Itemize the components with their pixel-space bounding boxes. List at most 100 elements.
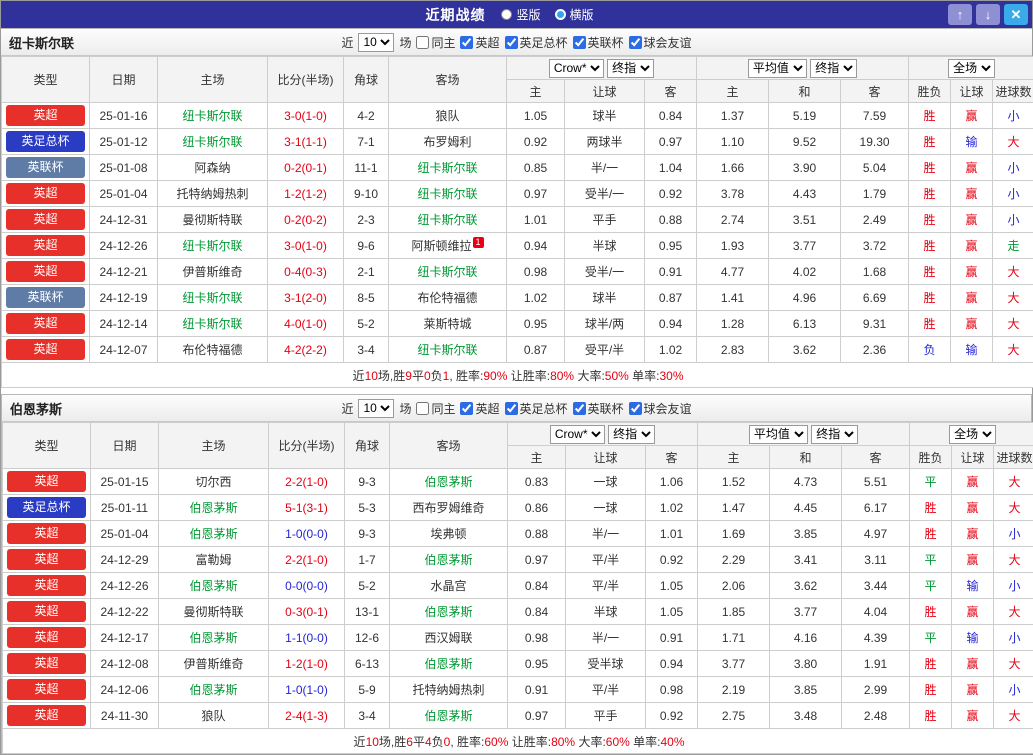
result-handicap-cover: 输 [951, 129, 993, 155]
average-select[interactable]: 平均值 [749, 425, 808, 444]
result-handicap-cover: 赢 [952, 677, 994, 703]
col-header-type: 类型 [3, 423, 91, 469]
average-stage-select[interactable]: 终指 [811, 425, 858, 444]
filter-checkbox[interactable] [416, 36, 429, 49]
match-score: 1-1(0-0) [269, 625, 345, 651]
away-team: 伯恩茅斯 [390, 703, 508, 729]
bookmaker-select[interactable]: Crow* [549, 59, 604, 78]
league-filter[interactable]: 英足总杯 [505, 400, 568, 417]
match-score: 3-1(1-1) [268, 129, 344, 155]
col-header-type: 类型 [2, 57, 90, 103]
sub-header-avg-home: 主 [697, 80, 769, 103]
filter-checkbox[interactable] [629, 36, 642, 49]
scroll-down-button[interactable]: ↓ [976, 4, 1000, 25]
handicap-away-odds: 0.92 [645, 181, 697, 207]
corner-score: 3-4 [344, 337, 389, 363]
league-badge: 英超 [6, 339, 85, 360]
filter-checkbox[interactable] [505, 36, 518, 49]
match-date: 25-01-11 [91, 495, 159, 521]
result-win-draw-loss: 平 [910, 573, 952, 599]
avg-away-odds: 6.69 [841, 285, 909, 311]
avg-away-odds: 3.44 [842, 573, 910, 599]
radio-unchecked-icon [501, 9, 512, 20]
league-filter[interactable]: 英足总杯 [505, 34, 568, 51]
col-header-away: 客场 [389, 57, 507, 103]
filter-checkbox[interactable] [460, 36, 473, 49]
summary-row: 近10场,胜6平4负0, 胜率:60% 让胜率:80% 大率:60% 单率:40… [3, 729, 1033, 754]
sub-header-wdl: 胜负 [910, 446, 952, 469]
result-win-draw-loss: 胜 [909, 311, 951, 337]
scope-select[interactable]: 全场 [948, 59, 995, 78]
summary-row: 近10场,胜9平0负1, 胜率:90% 让胜率:80% 大率:50% 单率:30… [2, 363, 1033, 388]
section-header: 伯恩茅斯 近10场同主英超英足总杯英联杯球会友谊 [2, 395, 1031, 422]
result-handicap-cover: 赢 [951, 233, 993, 259]
filter-checkbox[interactable] [460, 402, 473, 415]
result-goals-over-under: 大 [993, 259, 1033, 285]
result-goals-over-under: 大 [994, 599, 1033, 625]
table-row: 英超 24-12-26 纽卡斯尔联 3-0(1-0) 9-6 阿斯顿维拉1 0.… [2, 233, 1033, 259]
away-team: 纽卡斯尔联 [389, 181, 507, 207]
handicap-away-odds: 1.02 [646, 495, 698, 521]
sub-header-goals: 进球数 [993, 80, 1033, 103]
avg-draw-odds: 4.45 [770, 495, 842, 521]
league-filter[interactable]: 英超 [460, 34, 499, 51]
result-win-draw-loss: 胜 [909, 181, 951, 207]
same-home-filter[interactable]: 同主 [416, 400, 455, 417]
average-stage-select[interactable]: 终指 [810, 59, 857, 78]
col-header-home: 主场 [158, 57, 268, 103]
home-team: 纽卡斯尔联 [158, 311, 268, 337]
table-row: 英超 25-01-04 托特纳姆热刺 1-2(1-2) 9-10 纽卡斯尔联 0… [2, 181, 1033, 207]
layout-radio-horizontal[interactable]: 横版 [555, 6, 594, 23]
bookmaker-stage-select[interactable]: 终指 [608, 425, 655, 444]
sub-header-goals: 进球数 [994, 446, 1033, 469]
average-group-header: 平均值 终指 [698, 423, 910, 446]
recent-results-panel: 近期战绩 竖版 横版 ↑ ↓ ✕ 纽卡斯尔联 近10场同主英超英足总杯英联杯球会… [0, 0, 1033, 755]
filter-checkbox[interactable] [505, 402, 518, 415]
bookmaker-select[interactable]: Crow* [550, 425, 605, 444]
avg-home-odds: 1.41 [697, 285, 769, 311]
average-select[interactable]: 平均值 [748, 59, 807, 78]
avg-draw-odds: 3.85 [770, 677, 842, 703]
filter-checkbox[interactable] [416, 402, 429, 415]
handicap-line: 受半球 [566, 651, 646, 677]
avg-draw-odds: 3.77 [769, 233, 841, 259]
same-home-filter[interactable]: 同主 [416, 34, 455, 51]
away-team: 莱斯特城 [389, 311, 507, 337]
match-count-select[interactable]: 10 [358, 399, 394, 418]
result-goals-over-under: 大 [993, 285, 1033, 311]
handicap-away-odds: 0.88 [645, 207, 697, 233]
result-handicap-cover: 赢 [952, 547, 994, 573]
league-filter[interactable]: 英联杯 [573, 34, 624, 51]
close-icon[interactable]: ✕ [1004, 4, 1028, 25]
match-score: 0-4(0-3) [268, 259, 344, 285]
red-card-badge: 1 [473, 237, 484, 248]
handicap-home-odds: 0.98 [507, 259, 565, 285]
scope-select[interactable]: 全场 [949, 425, 996, 444]
filter-checkbox-label: 球会友谊 [644, 400, 692, 417]
window-buttons: ↑ ↓ ✕ [948, 4, 1028, 25]
bookmaker-stage-select[interactable]: 终指 [607, 59, 654, 78]
table-row: 英超 24-12-17 伯恩茅斯 1-1(0-0) 12-6 西汉姆联 0.98… [3, 625, 1033, 651]
sub-header-avg-away: 客 [841, 80, 909, 103]
filter-checkbox[interactable] [573, 36, 586, 49]
results-table: 类型 日期 主场 比分(半场) 角球 客场 Crow* 终指 平均值 终指 [2, 422, 1033, 754]
match-count-select[interactable]: 10 [358, 33, 394, 52]
table-row: 英超 24-12-07 布伦特福德 4-2(2-2) 3-4 纽卡斯尔联 0.8… [2, 337, 1033, 363]
table-row: 英超 24-12-22 曼彻斯特联 0-3(0-1) 13-1 伯恩茅斯 0.8… [3, 599, 1033, 625]
league-filter[interactable]: 球会友谊 [629, 34, 692, 51]
league-filter[interactable]: 英联杯 [573, 400, 624, 417]
avg-away-odds: 3.72 [841, 233, 909, 259]
handicap-line: 半/一 [565, 155, 645, 181]
layout-radio-vertical[interactable]: 竖版 [501, 6, 540, 23]
league-filter[interactable]: 球会友谊 [629, 400, 692, 417]
result-goals-over-under: 大 [994, 469, 1033, 495]
scroll-up-button[interactable]: ↑ [948, 4, 972, 25]
table-row: 英超 24-11-30 狼队 2-4(1-3) 3-4 伯恩茅斯 0.97 平手… [3, 703, 1033, 729]
avg-away-odds: 5.04 [841, 155, 909, 181]
filter-checkbox-label: 英超 [475, 34, 499, 51]
home-team: 伯恩茅斯 [159, 625, 269, 651]
filter-checkbox[interactable] [573, 402, 586, 415]
filter-checkbox[interactable] [629, 402, 642, 415]
league-filter[interactable]: 英超 [460, 400, 499, 417]
matches-label: 场 [399, 400, 411, 417]
